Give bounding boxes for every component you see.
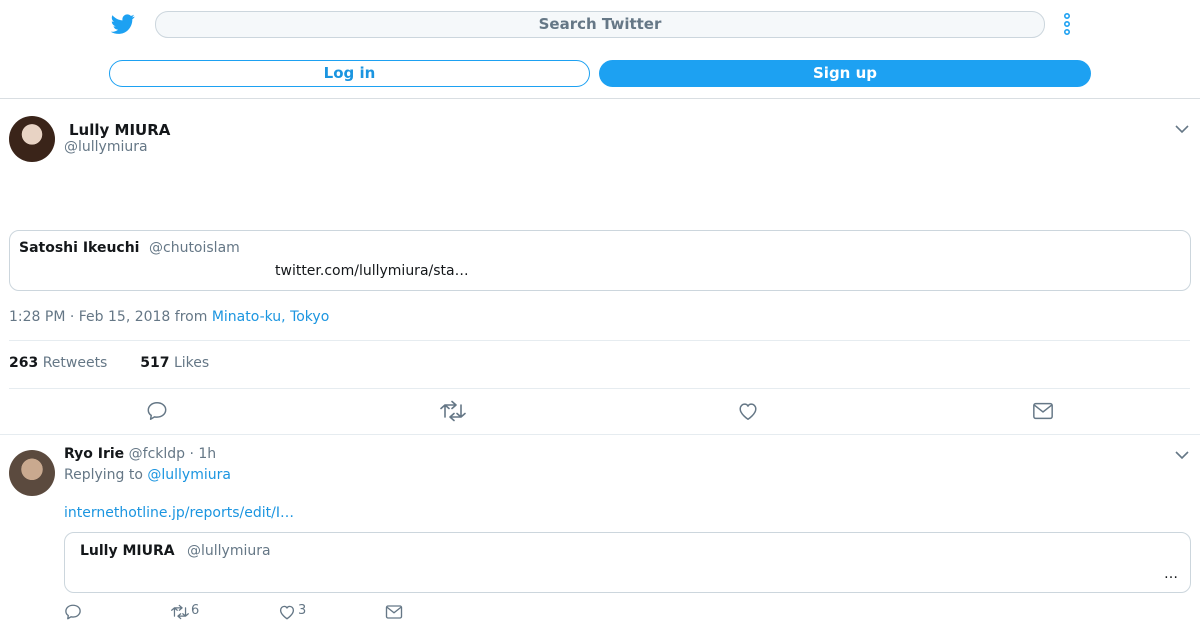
search-input[interactable]: Search Twitter: [155, 11, 1045, 38]
reply-action-reply[interactable]: [64, 603, 82, 621]
reply-retweet-count: 6: [191, 603, 200, 618]
retweet-count[interactable]: 263: [9, 355, 38, 371]
author-handle[interactable]: @lullymiura: [64, 139, 148, 155]
login-button[interactable]: Log in: [109, 60, 590, 87]
replying-to-link[interactable]: @lullymiura: [147, 467, 231, 483]
like-count[interactable]: 517: [140, 355, 169, 371]
like-icon[interactable]: [737, 400, 759, 422]
quoted-author-handle: @chutoislam: [149, 240, 240, 256]
tweet-metadata: 1:28 PM · Feb 15, 2018 from Minato-ku, T…: [9, 309, 329, 325]
retweet-icon[interactable]: [440, 400, 466, 422]
chevron-down-icon[interactable]: [1175, 124, 1189, 134]
like-icon[interactable]: [278, 603, 296, 621]
chevron-down-icon[interactable]: [1175, 450, 1189, 460]
retweet-label[interactable]: Retweets: [43, 355, 108, 371]
location-link[interactable]: Minato-ku, Tokyo: [212, 309, 329, 325]
reply-author[interactable]: Ryo Irie @fckldp · 1h: [64, 446, 216, 462]
quoted-author-name: Lully MIURA: [80, 543, 175, 559]
reply-author-name[interactable]: Ryo Irie: [64, 446, 124, 462]
message-icon[interactable]: [1032, 400, 1054, 422]
more-options-icon[interactable]: [1061, 12, 1073, 36]
replying-to: Replying to @lullymiura: [64, 467, 231, 483]
quoted-tweet-text: twitter.com/lullymiura/sta…: [275, 263, 469, 279]
message-icon[interactable]: [385, 603, 403, 621]
quoted-tweet[interactable]: Lully MIURA @lullymiura …: [64, 532, 1191, 593]
quoted-tweet-text: …: [1164, 566, 1178, 582]
reply-link[interactable]: internethotline.jp/reports/edit/I…: [64, 505, 294, 521]
quoted-author-name: Satoshi Ikeuchi: [19, 240, 140, 256]
like-label[interactable]: Likes: [174, 355, 209, 371]
retweet-icon[interactable]: [171, 603, 189, 621]
reply-like-count: 3: [298, 603, 307, 618]
divider: [0, 434, 1200, 435]
reply-action-like[interactable]: 3: [278, 603, 306, 621]
reply-author-avatar[interactable]: [9, 450, 55, 496]
tweet-stats: 263 Retweets 517 Likes: [9, 355, 209, 371]
divider: [9, 340, 1190, 341]
replying-to-prefix: Replying to: [64, 467, 148, 483]
reply-timestamp[interactable]: · 1h: [190, 446, 217, 462]
reply-author-handle[interactable]: @fckldp: [129, 446, 185, 462]
reply-icon[interactable]: [146, 400, 168, 422]
quoted-tweet[interactable]: Satoshi Ikeuchi @chutoislam twitter.com/…: [9, 230, 1191, 291]
twitter-logo-icon[interactable]: [111, 12, 135, 36]
reply-icon[interactable]: [64, 603, 82, 621]
tweet-timestamp: 1:28 PM · Feb 15, 2018 from: [9, 309, 212, 325]
signup-button[interactable]: Sign up: [599, 60, 1091, 87]
reply-action-message[interactable]: [385, 603, 403, 621]
reply-action-retweet[interactable]: 6: [171, 603, 199, 621]
author-avatar[interactable]: [9, 116, 55, 162]
author-name[interactable]: Lully MIURA: [69, 121, 170, 139]
divider: [9, 388, 1190, 389]
quoted-author-handle: @lullymiura: [187, 543, 271, 559]
top-bar: Search Twitter Log in Sign up: [0, 0, 1200, 99]
